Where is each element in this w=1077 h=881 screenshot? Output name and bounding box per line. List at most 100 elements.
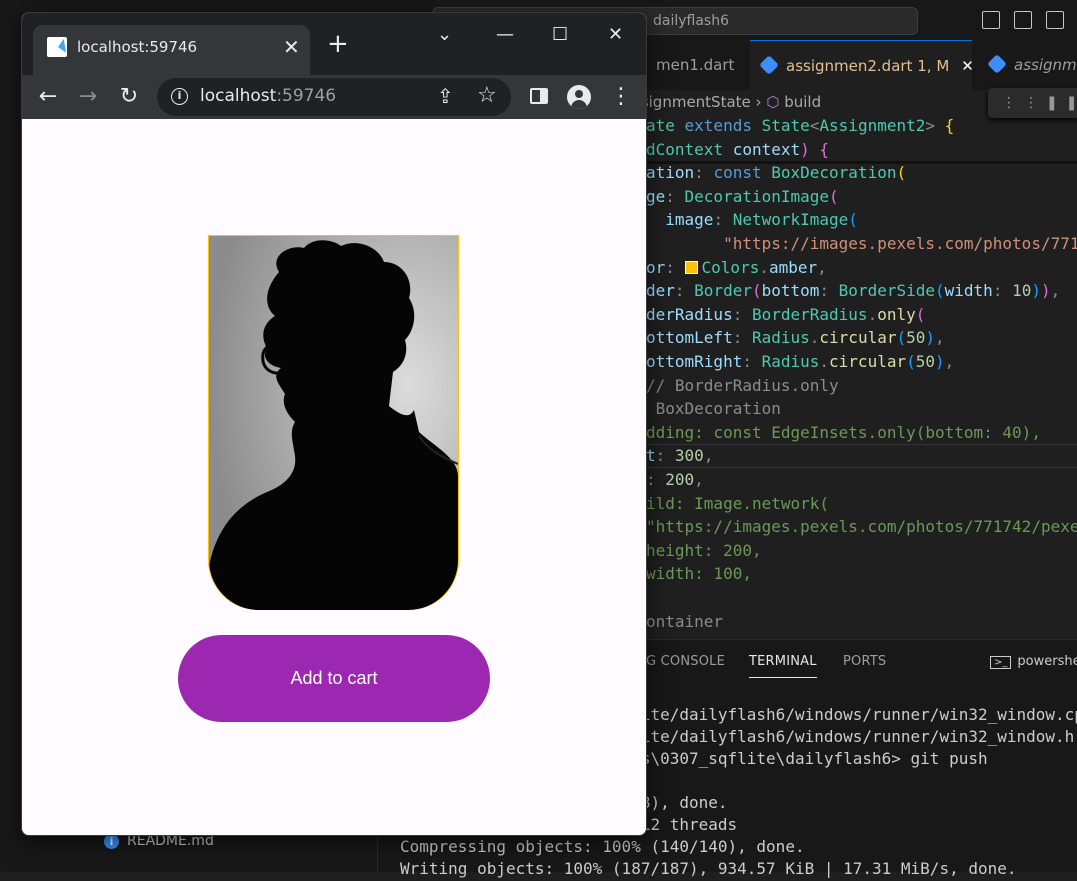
- code-token: ottomRight: [646, 352, 743, 371]
- code-line: ge: DecorationImage(: [646, 185, 839, 209]
- toggle-secondary-sidebar-icon[interactable]: [1046, 11, 1064, 29]
- code-token: amber: [768, 257, 818, 277]
- code-token: or: [646, 257, 666, 277]
- url-port: :59746: [276, 86, 337, 106]
- product-image-container: [208, 235, 459, 610]
- profile-avatar-icon[interactable]: [567, 85, 591, 109]
- code-line: der: Border(bottom: BorderSide(width: 10…: [646, 279, 1060, 303]
- code-line: width: 100,: [646, 562, 752, 586]
- close-window-icon[interactable]: ✕: [608, 25, 623, 45]
- address-bar[interactable]: i localhost:59746 ⇪ ☆: [157, 78, 511, 116]
- share-icon[interactable]: ⇪: [437, 84, 454, 108]
- code-token: :: [674, 281, 695, 301]
- code-token: 200: [665, 470, 695, 489]
- code-token: dding: const EdgeInsets.only(bottom: 40)…: [646, 422, 1041, 442]
- code-token: ate: [646, 116, 685, 135]
- code-token: // BorderRadius.only: [646, 375, 839, 395]
- minimize-icon[interactable]: —: [496, 25, 514, 45]
- code-token: (: [829, 186, 839, 206]
- browser-toolbar: ← → ↻ i localhost:59746 ⇪ ☆ ⋮: [22, 75, 646, 119]
- code-token: :: [819, 281, 839, 301]
- current-line-highlight: [646, 444, 1077, 468]
- toggle-primary-sidebar-icon[interactable]: [982, 11, 1000, 29]
- code-line: dContext context) {: [646, 138, 829, 162]
- editor-tab-1[interactable]: men1.dart: [644, 40, 744, 90]
- code-token: :: [646, 470, 666, 489]
- code-token: dContext: [646, 139, 733, 159]
- terminal-shell-selector[interactable]: >_ powershel: [990, 654, 1077, 669]
- code-token: :: [992, 281, 1013, 301]
- code-line: image: NetworkImage(: [646, 208, 858, 232]
- code-line: or: Colors.amber,: [646, 256, 827, 280]
- editor-tab-2[interactable]: assignmen2.dart 1, M ✕: [750, 40, 974, 90]
- code-line: : 200,: [646, 468, 704, 492]
- code-token: ottomLeft: [646, 328, 733, 348]
- back-arrow-icon[interactable]: ←: [33, 82, 63, 112]
- browser-tab-title: localhost:59746: [77, 38, 198, 56]
- code-token: :: [665, 186, 685, 206]
- breadcrumb-class[interactable]: ssignmentState: [633, 93, 751, 111]
- tab-terminal[interactable]: TERMINAL: [749, 654, 817, 678]
- code-token: ,: [817, 257, 827, 277]
- code-token: BoxDecoration: [771, 163, 897, 183]
- new-tab-button[interactable]: +: [327, 31, 349, 57]
- dart-file-icon: [987, 54, 1007, 74]
- breadcrumb-method[interactable]: build: [784, 93, 821, 111]
- tab-badge: 1, M: [917, 57, 950, 75]
- method-icon: ⬡: [766, 93, 780, 111]
- code-token: "https://images.pexels.com/photos/771742: [723, 234, 1077, 253]
- maximize-icon[interactable]: ☐: [552, 25, 568, 45]
- code-token: ): [800, 139, 820, 159]
- tab-ports[interactable]: PORTS: [843, 654, 886, 669]
- add-to-cart-button[interactable]: Add to cart: [178, 635, 490, 722]
- code-token: ): [935, 352, 945, 371]
- code-line: ild: Image.network(: [646, 492, 829, 516]
- code-token: .: [867, 304, 878, 324]
- code-token: ,: [935, 328, 945, 348]
- tab-debug-console[interactable]: G CONSOLE: [646, 654, 725, 669]
- code-token: extends: [684, 116, 762, 135]
- code-line: "https://images.pexels.com/photos/771742: [646, 232, 1077, 256]
- side-panel-icon[interactable]: [530, 88, 548, 104]
- code-token: NetworkImage: [732, 210, 849, 230]
- code-token: :: [713, 210, 733, 230]
- flutter-favicon-icon: [47, 37, 67, 57]
- editor-tab-3[interactable]: assignme: [978, 40, 1077, 90]
- reload-icon[interactable]: ↻: [114, 82, 144, 112]
- code-token: :: [694, 163, 714, 183]
- kebab-menu-icon[interactable]: ⋮: [610, 82, 632, 112]
- site-info-icon[interactable]: i: [171, 88, 188, 105]
- browser-tab[interactable]: localhost:59746 ✕: [33, 25, 310, 75]
- code-token: ild: Image.network(: [646, 493, 830, 513]
- forward-arrow-icon[interactable]: →: [73, 82, 103, 112]
- code-token: ): [925, 328, 936, 348]
- url-host: localhost: [200, 86, 277, 106]
- code-token: context: [732, 139, 801, 159]
- dart-file-icon: [759, 55, 779, 75]
- code-token: Assignment2: [819, 116, 926, 135]
- code-token: BorderRadius: [751, 304, 868, 324]
- code-token: ): [1040, 281, 1051, 301]
- code-token: bottom: [761, 281, 820, 301]
- code-token: circular: [819, 328, 897, 348]
- code-token: BoxDecoration: [646, 399, 781, 419]
- code-token: 10: [1012, 281, 1032, 301]
- silhouette-drawing: [209, 236, 458, 610]
- code-token: DecorationImage: [684, 186, 830, 206]
- tab-search-chevron-icon[interactable]: ⌄: [437, 25, 452, 45]
- code-token: (: [935, 281, 945, 301]
- close-tab-icon[interactable]: ✕: [961, 57, 974, 75]
- tab-label: assignmen2.dart: [786, 57, 913, 75]
- bookmark-star-icon[interactable]: ☆: [477, 83, 497, 108]
- code-token: 50: [906, 328, 926, 348]
- close-tab-icon[interactable]: ✕: [283, 35, 300, 59]
- toggle-panel-icon[interactable]: [1014, 11, 1032, 29]
- code-token: ,: [1050, 281, 1061, 301]
- tab-label: assignme: [1014, 56, 1077, 74]
- code-line: ottomRight: Radius.circular(50),: [646, 350, 954, 374]
- code-line: ation: const BoxDecoration(: [646, 161, 906, 185]
- code-token: Colors: [701, 257, 760, 277]
- code-token: image: [665, 210, 714, 230]
- code-token: "https://images.pexels.com/photos/771742…: [646, 517, 1077, 537]
- sticky-scroll-shadow: [646, 161, 1077, 164]
